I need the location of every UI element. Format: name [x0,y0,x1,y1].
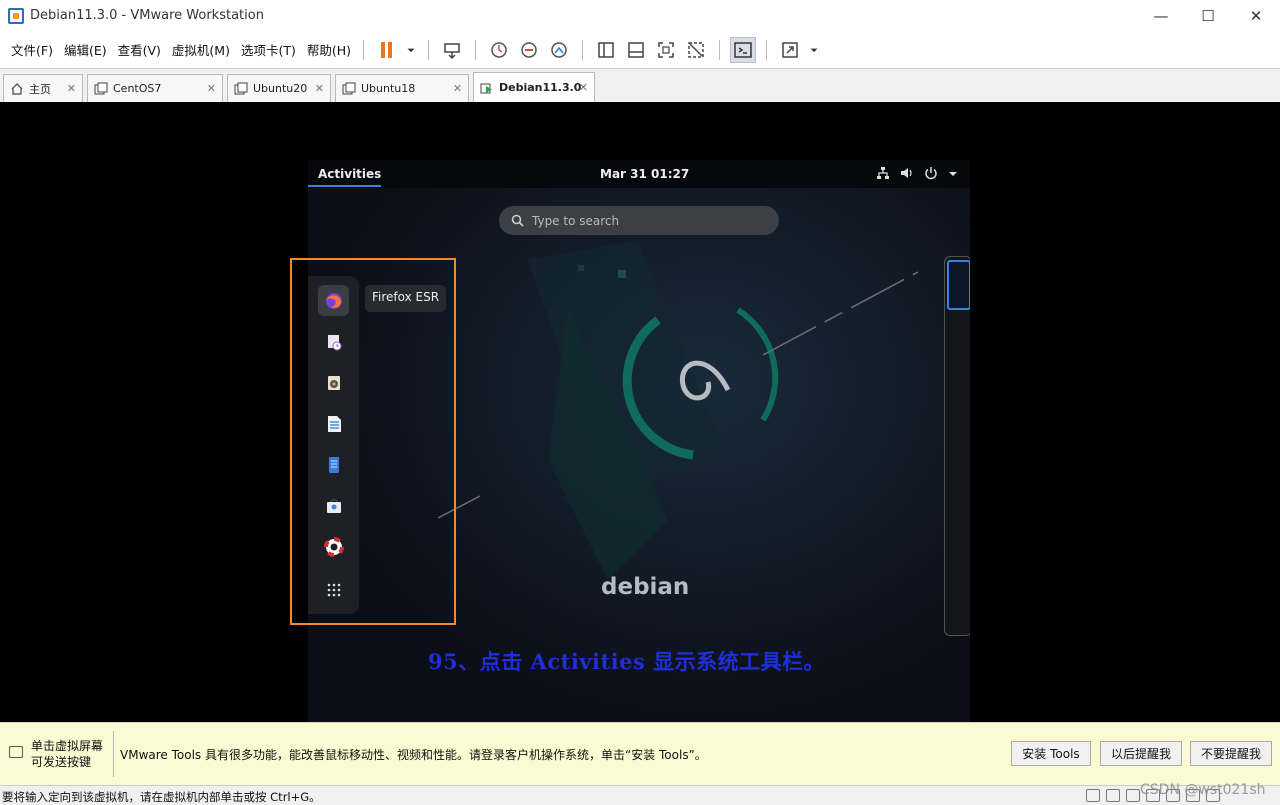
menu-file[interactable]: 文件(F) [11,40,53,59]
menu-tabs[interactable]: 选项卡(T) [241,40,296,59]
menu-toolbar: 文件(F) 编辑(E) 查看(V) 虚拟机(M) 选项卡(T) 帮助(H) [0,31,1280,68]
minimize-button[interactable]: — [1137,0,1185,31]
annotation-highlight-box [290,258,456,625]
tab-label: 主页 [29,82,51,96]
menu-edit[interactable]: 编辑(E) [64,40,107,59]
cd-rom-icon[interactable] [1106,789,1120,802]
tab-close-button[interactable]: ✕ [207,82,216,95]
maximize-button[interactable]: ☐ [1184,0,1232,31]
menu-help[interactable]: 帮助(H) [307,40,351,59]
tab-close-button[interactable]: ✕ [453,82,462,95]
tab-close-button[interactable]: ✕ [579,81,588,94]
console-view-icon[interactable] [730,36,757,63]
vm-console[interactable]: Activities Mar 31 01:27 Type to search F… [0,102,1280,722]
tab-label: CentOS7 [113,82,162,95]
toolbar-divider [428,39,430,60]
tab-centos7[interactable]: CentOS7 ✕ [87,74,223,102]
tab-label: Ubuntu20 [253,82,308,95]
menu-vm[interactable]: 虚拟机(M) [172,40,230,59]
home-icon [11,82,23,95]
vm-icon [342,82,356,94]
infobar-hint-line2: 可发送按键 [31,755,92,769]
install-tools-button[interactable]: 安装 Tools [1011,741,1091,766]
remind-later-button[interactable]: 以后提醒我 [1100,741,1182,766]
tab-home[interactable]: 主页 ✕ [3,74,83,102]
infobar-divider [113,731,114,777]
menu-view[interactable]: 查看(V) [118,40,161,59]
unity-mode-icon[interactable] [683,37,709,63]
infobar-message: VMware Tools 具有很多功能，能改善鼠标移动性、视频和性能。请登录客户… [120,748,707,762]
close-button[interactable]: ✕ [1232,0,1280,31]
toolbar-divider [475,39,477,60]
volume-icon[interactable] [900,166,914,183]
system-tray [876,166,958,183]
search-icon [511,214,524,227]
activities-indicator [308,185,381,187]
workspace-thumbnails[interactable] [944,256,970,636]
hard-disk-icon[interactable] [1086,789,1100,802]
vmware-logo-icon [8,7,24,24]
workspace-thumbnail-current[interactable] [947,260,970,310]
vmware-tools-infobar: 单击虚拟屏幕 可发送按键 VMware Tools 具有很多功能，能改善鼠标移动… [0,722,1280,785]
tab-debian11[interactable]: Debian11.3.0 ✕ [473,72,595,102]
infobar-hint: 单击虚拟屏幕 可发送按键 [31,738,109,770]
tab-label: Debian11.3.0 [499,81,582,94]
power-icon[interactable] [924,166,938,183]
search-input[interactable]: Type to search [499,206,779,235]
status-text: 要将输入定向到该虚拟机，请在虚拟机内部单击或按 Ctrl+G。 [2,790,321,804]
search-placeholder: Type to search [532,213,620,228]
csdn-watermark: CSDN @wst021sh [1140,782,1266,798]
fullscreen-icon[interactable] [653,37,679,63]
infobar-hint-line1: 单击虚拟屏幕 [31,739,104,753]
vm-tab-bar: 主页 ✕ CentOS7 ✕ Ubuntu20 ✕ Ubuntu18 ✕ Deb… [0,68,1280,102]
network-icon[interactable] [876,166,890,183]
pause-icon[interactable] [374,37,400,63]
stretch-view-icon[interactable] [777,37,803,63]
vm-icon [234,82,248,94]
tab-close-button[interactable]: ✕ [315,82,324,95]
system-menu-arrow-icon[interactable] [948,168,958,182]
title-bar: Debian11.3.0 - VMware Workstation — ☐ ✕ [0,0,1280,31]
clock[interactable]: Mar 31 01:27 [600,167,689,181]
tab-label: Ubuntu18 [361,82,416,95]
pause-dropdown-icon[interactable] [404,37,418,63]
revert-snapshot-icon[interactable] [516,37,542,63]
library-view-icon[interactable] [593,37,619,63]
activities-button[interactable]: Activities [318,167,381,181]
stretch-dropdown-icon[interactable] [807,37,821,63]
keyboard-icon [9,746,23,758]
gnome-top-bar: Activities Mar 31 01:27 [308,160,970,188]
toolbar-divider [363,39,365,60]
tab-ubuntu18[interactable]: Ubuntu18 ✕ [335,74,469,102]
tutorial-caption: 95、点击 Activities 显示系统工具栏。 [428,649,826,674]
tab-ubuntu20[interactable]: Ubuntu20 ✕ [227,74,331,102]
window-title: Debian11.3.0 - VMware Workstation [30,8,264,23]
snapshot-icon[interactable] [486,37,512,63]
toolbar-divider [719,39,721,60]
status-bar: 要将输入定向到该虚拟机，请在虚拟机内部单击或按 Ctrl+G。 [0,785,1280,805]
running-vm-icon [480,83,492,93]
tab-close-button[interactable]: ✕ [67,82,76,95]
vm-icon [94,82,108,94]
toolbar-divider [766,39,768,60]
network-adapter-icon[interactable] [1126,789,1140,802]
thumbnail-view-icon[interactable] [623,37,649,63]
never-remind-button[interactable]: 不要提醒我 [1190,741,1272,766]
toolbar-divider [582,39,584,60]
send-ctrl-alt-del-icon[interactable] [439,37,465,63]
debian-wordmark: debian [601,574,690,600]
snapshot-manager-icon[interactable] [546,37,572,63]
